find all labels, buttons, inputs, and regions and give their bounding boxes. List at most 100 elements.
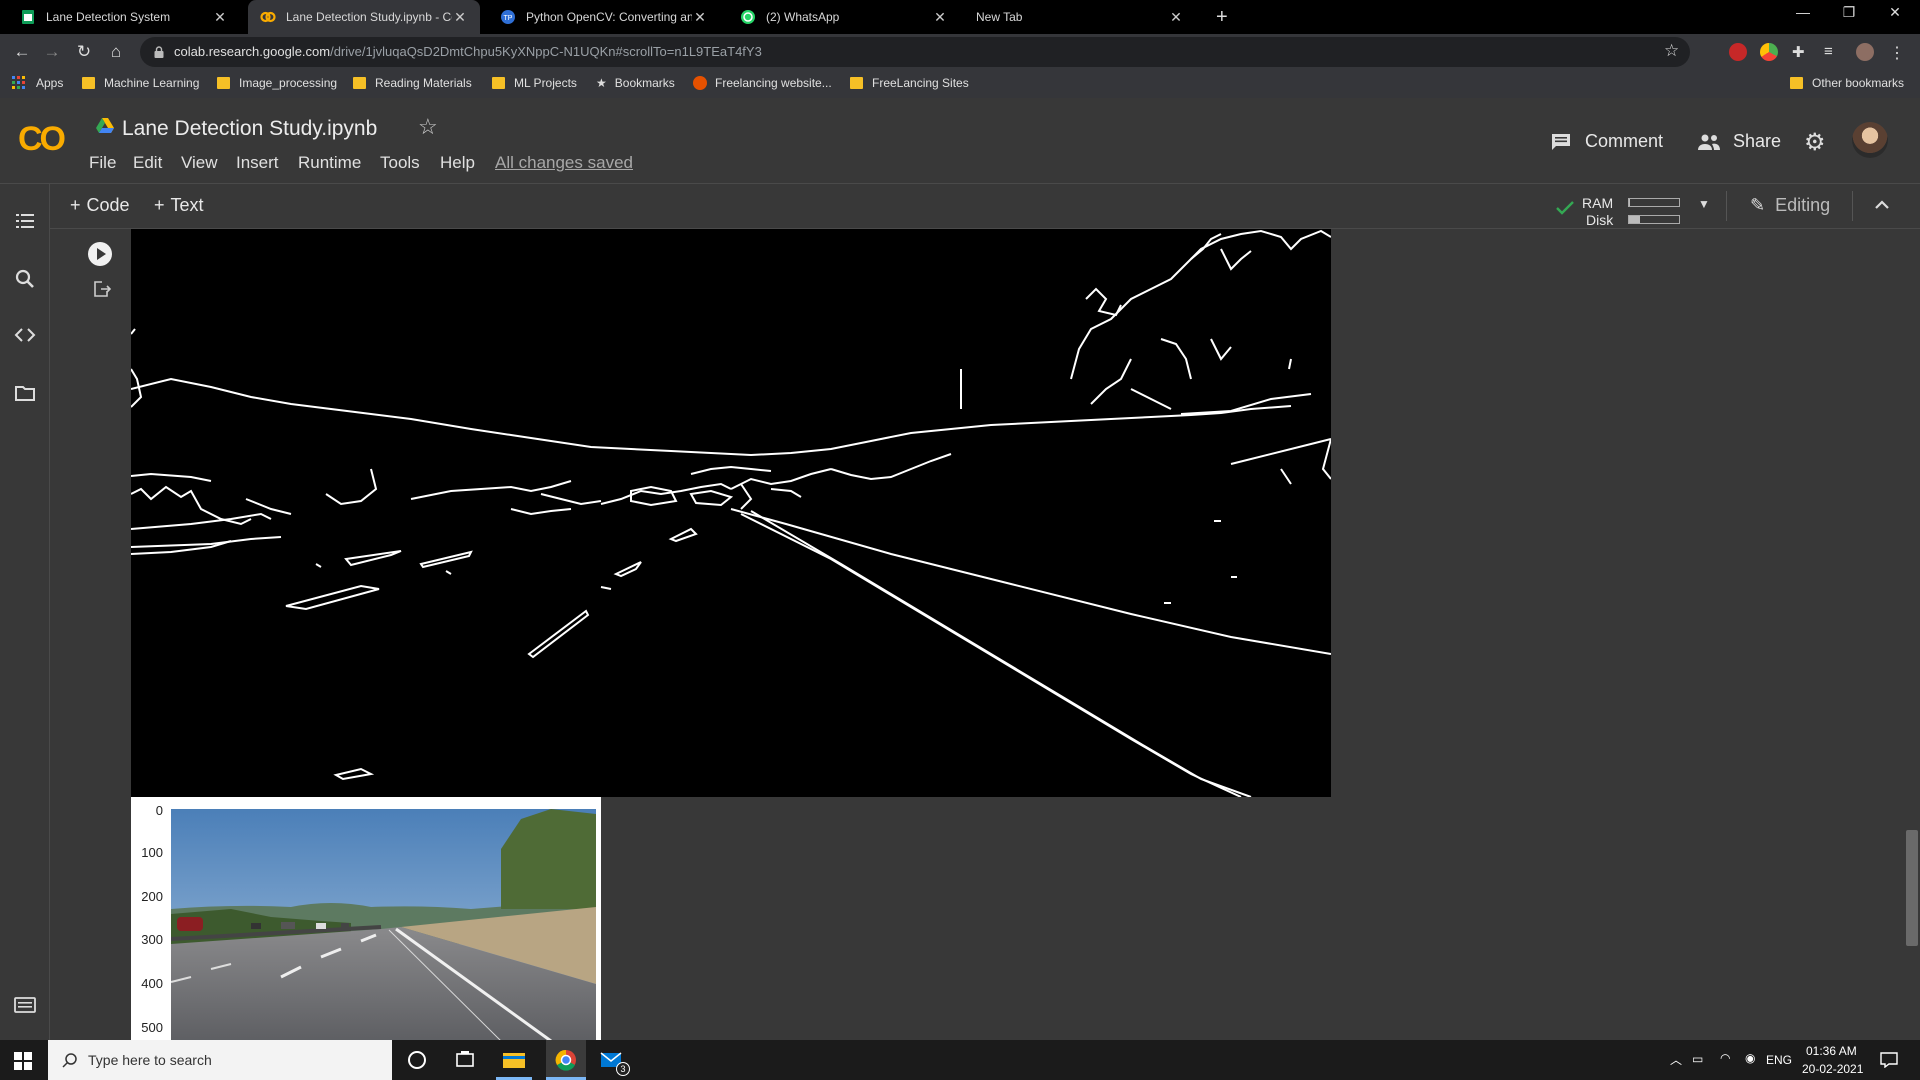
- user-avatar[interactable]: [1852, 122, 1888, 158]
- network-icon[interactable]: ◉: [1745, 1051, 1755, 1065]
- cortana-icon[interactable]: [404, 1048, 430, 1072]
- lock-icon: [154, 46, 164, 58]
- tab-lane-detection-system[interactable]: Lane Detection System ✕: [8, 0, 240, 34]
- google-drive-icon[interactable]: [96, 118, 114, 134]
- extensions-puzzle-icon[interactable]: ✚: [1792, 43, 1810, 61]
- close-window-icon[interactable]: ✕: [1872, 4, 1918, 21]
- search-icon[interactable]: [14, 268, 36, 290]
- bookmark-freelancing-sites[interactable]: FreeLancing Sites: [850, 76, 969, 90]
- bookmark-machine-learning[interactable]: Machine Learning: [82, 76, 199, 90]
- matplotlib-image-output: 0 100 200 300 400 500: [131, 797, 601, 1040]
- star-icon: ★: [596, 76, 607, 90]
- bookmark-freelancing-website[interactable]: Freelancing website...: [693, 76, 832, 90]
- bookmark-apps[interactable]: Apps: [12, 76, 63, 90]
- language-indicator[interactable]: ENG: [1766, 1053, 1792, 1067]
- tab-new-tab[interactable]: New Tab ✕: [964, 0, 1196, 34]
- restore-icon[interactable]: ❐: [1826, 4, 1872, 21]
- menu-file[interactable]: File: [89, 153, 116, 173]
- resources-indicator[interactable]: RAM Disk: [1556, 193, 1706, 228]
- save-status[interactable]: All changes saved: [495, 153, 633, 173]
- home-icon[interactable]: ⌂: [104, 40, 128, 64]
- disk-meter-fill: [1629, 216, 1640, 223]
- comment-button[interactable]: Comment: [1551, 131, 1663, 152]
- bookmark-label: Bookmarks: [614, 76, 675, 90]
- media-queue-icon[interactable]: ≡: [1824, 43, 1842, 61]
- menu-runtime[interactable]: Runtime: [298, 153, 361, 173]
- bookmark-image-processing[interactable]: Image_processing: [217, 76, 337, 90]
- new-tab-plus-icon[interactable]: +: [1216, 6, 1228, 29]
- address-bar[interactable]: colab.research.google.com/drive/1jvluqaQ…: [140, 37, 1690, 67]
- close-tab-icon[interactable]: ✕: [1168, 9, 1184, 26]
- tab-python-opencv[interactable]: TP Python OpenCV: Converting an i ✕: [488, 0, 720, 34]
- add-code-cell-button[interactable]: + Code: [70, 195, 130, 216]
- y-tick-label: 300: [141, 932, 163, 947]
- menu-insert[interactable]: Insert: [236, 153, 279, 173]
- extension-color-icon[interactable]: [1760, 43, 1778, 61]
- close-tab-icon[interactable]: ✕: [692, 9, 708, 26]
- windows-start-icon[interactable]: [14, 1052, 32, 1070]
- folder-icon: [492, 77, 505, 89]
- profile-avatar-icon[interactable]: [1856, 43, 1874, 61]
- command-palette-icon[interactable]: [14, 994, 36, 1016]
- browser-menu-icon[interactable]: ⋮: [1888, 43, 1906, 62]
- comment-label: Comment: [1585, 131, 1664, 151]
- menu-tools[interactable]: Tools: [380, 153, 420, 173]
- bookmark-label: Freelancing website...: [715, 76, 832, 90]
- close-tab-icon[interactable]: ✕: [452, 9, 468, 26]
- wifi-icon[interactable]: ◠: [1720, 1051, 1730, 1065]
- bookmark-label: Apps: [36, 76, 64, 90]
- share-button[interactable]: Share: [1697, 131, 1781, 152]
- files-folder-icon[interactable]: [14, 382, 36, 404]
- action-center-icon[interactable]: [1880, 1052, 1898, 1068]
- toolbar-divider: [1852, 191, 1853, 221]
- bookmark-reading-materials[interactable]: Reading Materials: [353, 76, 472, 90]
- reload-icon[interactable]: ↻: [72, 40, 96, 64]
- page-scrollbar-thumb[interactable]: [1906, 830, 1918, 946]
- tray-overflow-chevron-icon[interactable]: ︿: [1670, 1051, 1682, 1068]
- bookmark-label: Image_processing: [239, 76, 338, 90]
- code-snippets-icon[interactable]: [14, 324, 36, 346]
- battery-icon[interactable]: ▭: [1692, 1052, 1703, 1066]
- forward-arrow-icon[interactable]: →: [40, 40, 64, 64]
- bookmark-bookmarks[interactable]: ★ Bookmarks: [596, 76, 675, 90]
- tab-colab-notebook[interactable]: Lane Detection Study.ipynb - Col ✕: [248, 0, 480, 34]
- extension-red-icon[interactable]: [1729, 43, 1747, 61]
- add-text-cell-button[interactable]: + Text: [154, 195, 204, 216]
- star-icon[interactable]: ☆: [418, 114, 438, 140]
- notebook-title[interactable]: Lane Detection Study.ipynb: [122, 117, 377, 141]
- url-host: colab.research.google.com: [174, 44, 331, 59]
- colab-logo[interactable]: CO: [18, 120, 66, 159]
- people-icon: [1698, 134, 1720, 150]
- folder-icon: [1790, 77, 1803, 89]
- menu-view[interactable]: View: [181, 153, 218, 173]
- folder-icon: [353, 77, 366, 89]
- output-menu-icon[interactable]: [93, 280, 111, 298]
- clock-time[interactable]: 01:36 AM: [1806, 1044, 1857, 1058]
- tab-title: Lane Detection System: [46, 10, 171, 24]
- editing-mode-button[interactable]: ✎ Editing: [1750, 195, 1830, 216]
- back-arrow-icon[interactable]: ←: [10, 40, 34, 64]
- ram-label: RAM: [1582, 195, 1614, 211]
- minimize-icon[interactable]: —: [1780, 4, 1826, 20]
- table-of-contents-icon[interactable]: [14, 210, 36, 232]
- resources-dropdown-icon[interactable]: ▼: [1698, 197, 1710, 211]
- chrome-icon[interactable]: [553, 1048, 579, 1072]
- taskbar-search-box[interactable]: Type here to search: [48, 1040, 392, 1080]
- run-cell-play-icon[interactable]: [87, 241, 113, 267]
- clock-date[interactable]: 20-02-2021: [1802, 1062, 1863, 1076]
- menu-edit[interactable]: Edit: [133, 153, 162, 173]
- collapse-header-chevron-icon[interactable]: [1874, 199, 1890, 209]
- bookmark-star-icon[interactable]: ☆: [1664, 41, 1679, 61]
- file-explorer-icon[interactable]: [501, 1048, 527, 1072]
- task-view-icon[interactable]: [452, 1048, 478, 1072]
- ram-meter-fill: [1629, 199, 1630, 206]
- bookmark-other-bookmarks[interactable]: Other bookmarks: [1790, 76, 1904, 90]
- bookmark-ml-projects[interactable]: ML Projects: [492, 76, 577, 90]
- tab-title: New Tab: [976, 10, 1023, 24]
- tab-whatsapp[interactable]: (2) WhatsApp ✕: [728, 0, 960, 34]
- close-tab-icon[interactable]: ✕: [212, 9, 228, 26]
- menu-help[interactable]: Help: [440, 153, 475, 173]
- settings-gear-icon[interactable]: ⚙: [1804, 128, 1826, 157]
- browser-toolbar: ← → ↻ ⌂ colab.research.google.com/drive/…: [0, 34, 1920, 70]
- close-tab-icon[interactable]: ✕: [932, 9, 948, 26]
